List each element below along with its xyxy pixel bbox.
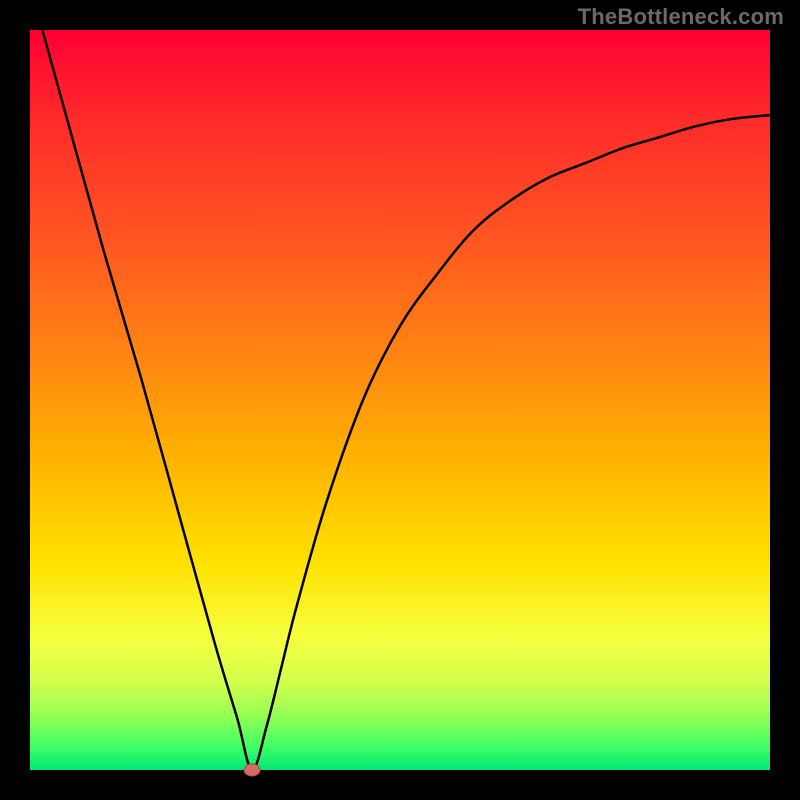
minimum-marker [244, 764, 260, 776]
bottleneck-curve [30, 0, 770, 770]
watermark-text: TheBottleneck.com [578, 4, 784, 30]
plot-area [30, 30, 770, 770]
curve-svg [30, 30, 770, 770]
chart-container: TheBottleneck.com [0, 0, 800, 800]
